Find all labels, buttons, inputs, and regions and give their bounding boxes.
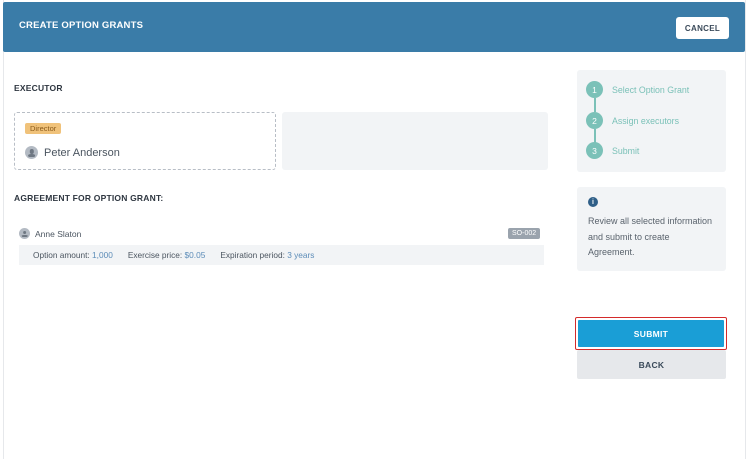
- expiration-period: Expiration period: 3 years: [220, 250, 314, 260]
- exercise-price-label: Exercise price:: [127, 250, 183, 260]
- expiration-value: 3 years: [287, 250, 315, 260]
- step-label: Select Option Grant: [612, 84, 690, 95]
- agreement-holder: Anne Slaton: [19, 228, 81, 239]
- page-header: CREATE OPTION GRANTS CANCEL: [3, 2, 745, 52]
- step-connector: [594, 98, 596, 112]
- step-label: Assign executors: [612, 115, 679, 126]
- step-3: 3 Submit: [586, 142, 639, 159]
- executor-name: Peter Anderson: [44, 146, 120, 159]
- info-icon: i: [588, 197, 598, 207]
- agreement-details-row: Option amount: 1,000 Exercise price: $0.…: [19, 245, 544, 265]
- submit-button-highlight: SUBMIT: [575, 317, 727, 350]
- user-avatar-icon: [25, 146, 38, 159]
- step-2: 2 Assign executors: [586, 112, 679, 129]
- role-badge: Director: [25, 123, 62, 134]
- option-amount: Option amount: 1,000: [33, 250, 113, 260]
- step-number: 1: [586, 81, 603, 98]
- step-1: 1 Select Option Grant: [586, 81, 689, 98]
- exercise-price: Exercise price: $0.05: [128, 250, 206, 260]
- executor-section-label: EXECUTOR: [14, 83, 63, 93]
- step-number: 2: [586, 112, 603, 129]
- info-panel: i Review all selected information and su…: [577, 187, 726, 271]
- page-title: CREATE OPTION GRANTS: [19, 20, 144, 31]
- user-avatar-icon: [19, 228, 30, 239]
- info-text: Review all selected information and subm…: [588, 216, 713, 257]
- progress-stepper: 1 Select Option Grant 2 Assign executors…: [577, 70, 726, 172]
- step-number: 3: [586, 142, 603, 159]
- expiration-label: Expiration period:: [220, 250, 285, 260]
- grant-id-badge: SO-002: [508, 228, 541, 239]
- executor-card[interactable]: Director Peter Anderson: [14, 112, 276, 170]
- step-label: Submit: [612, 145, 640, 156]
- exercise-price-value: $0.05: [184, 250, 206, 260]
- cancel-button[interactable]: CANCEL: [676, 17, 729, 39]
- agreement-section-label: AGREEMENT FOR OPTION GRANT:: [14, 193, 164, 203]
- option-amount-label: Option amount:: [33, 250, 90, 260]
- executor-person: Peter Anderson: [25, 146, 120, 159]
- back-button[interactable]: BACK: [577, 350, 726, 379]
- step-connector: [594, 129, 596, 143]
- option-amount-value: 1,000: [92, 250, 113, 260]
- holder-name: Anne Slaton: [35, 228, 82, 239]
- submit-button[interactable]: SUBMIT: [578, 320, 724, 347]
- executor-empty-slot[interactable]: [282, 112, 548, 170]
